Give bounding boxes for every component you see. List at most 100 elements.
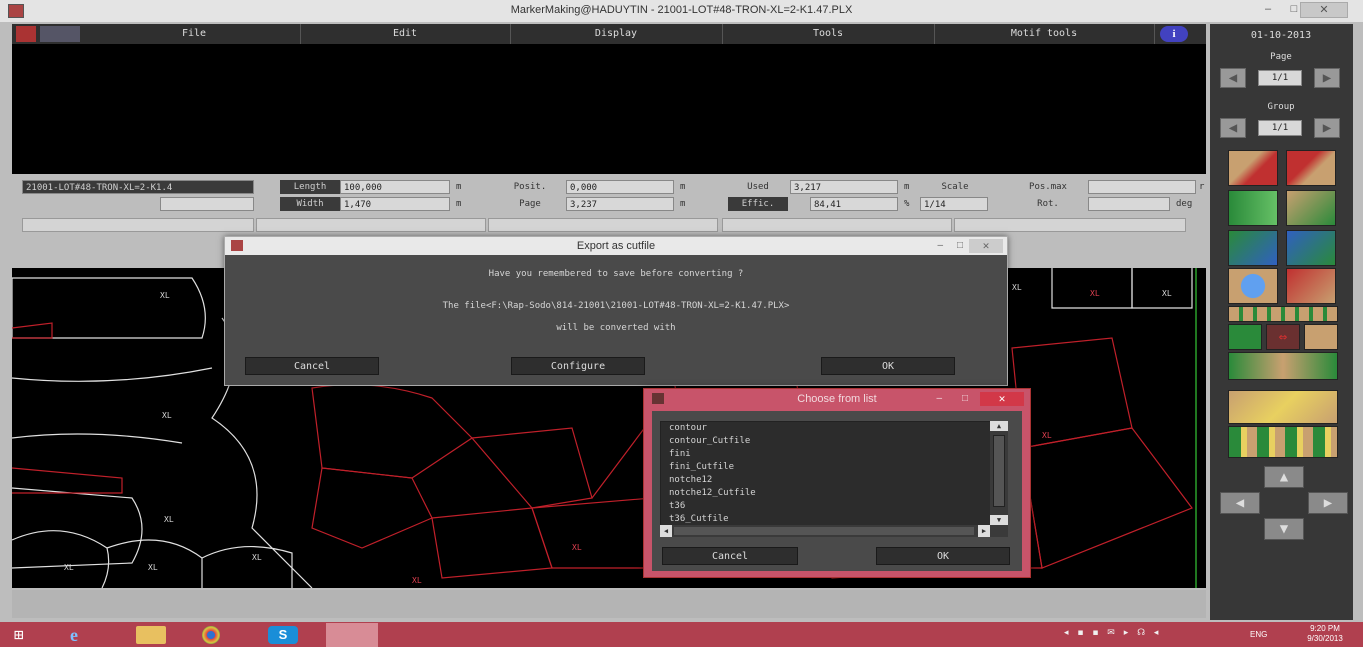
choose-cancel-button[interactable]: Cancel [662,547,798,565]
tool-move-icon[interactable] [1286,150,1336,186]
scroll-right-button[interactable]: ▶ [1308,492,1348,514]
windows-start-icon[interactable]: ⊞ [14,626,44,644]
list-item[interactable]: notche12 [661,474,991,487]
list-item[interactable]: notche12_Cutfile [661,487,991,500]
rot-unit: deg [1176,199,1193,209]
dialog-close-button[interactable]: ✕ [980,392,1024,406]
menu-motif-tools[interactable]: Motif tools [934,24,1155,44]
page-field[interactable]: 3,237 [566,197,674,211]
scroll-up-arrow-icon[interactable]: ▲ [990,421,1008,431]
tool-batch-icon[interactable] [1228,426,1338,458]
status-box-1 [22,218,254,232]
scroll-left-button[interactable]: ◀ [1220,492,1260,514]
title-bar: MarkerMaking@HADUYTIN - 21001-LOT#48-TRO… [0,0,1363,23]
tool-strip-icon[interactable] [1228,306,1338,322]
system-tray-icons[interactable]: ◂ ▪ ▪ ✉ ▸ ☊ ◂ [1064,628,1234,640]
piece-label-xl: XL [164,515,174,524]
list-vertical-scrollbar[interactable]: ▲ ▼ [990,421,1008,525]
dialog-minimize-button[interactable]: – [937,237,943,255]
menu-file[interactable]: File [88,24,301,44]
used-label: Used [747,182,769,192]
rot-field[interactable] [1088,197,1170,211]
effic-field[interactable]: 84,41 [810,197,898,211]
group-nav-field[interactable]: 1/1 [1258,120,1302,136]
list-horizontal-scrollbar[interactable]: ◀ ▶ [660,525,1008,537]
page-nav-field[interactable]: 1/1 [1258,70,1302,86]
scroll-right-arrow-icon[interactable]: ▶ [978,525,990,537]
dialog-minimize-button[interactable]: – [936,389,942,409]
list-item[interactable]: contour [661,422,991,435]
tool-auto-nest-icon[interactable] [1228,390,1338,424]
tool-cluster-icon[interactable] [1286,230,1336,266]
tool-place-icon[interactable] [1228,150,1278,186]
menu-display[interactable]: Display [510,24,723,44]
effic-unit: % [904,199,910,209]
menu-tools[interactable]: Tools [722,24,935,44]
filename-field[interactable]: 21001-LOT#48-TRON-XL=2-K1.4 [22,180,254,194]
list-item[interactable]: fini [661,448,991,461]
dialog-app-icon [231,240,243,251]
scroll-thumb[interactable] [993,435,1005,507]
file-explorer-icon[interactable] [136,626,166,644]
tool-flip-icon[interactable] [1228,190,1278,226]
dialog-maximize-button[interactable]: □ [962,389,968,409]
minimize-button[interactable]: – [1256,2,1280,16]
page-next-button[interactable]: ▶ [1314,68,1340,88]
internet-explorer-icon[interactable]: e [70,626,100,644]
width-label: Width [280,197,340,211]
page-prev-button[interactable]: ◀ [1220,68,1246,88]
scroll-left-arrow-icon[interactable]: ◀ [660,525,672,537]
skype-icon[interactable]: S [268,626,298,644]
menu-bar: File Edit Display Tools Motif tools [12,24,1206,44]
menu-edit[interactable]: Edit [300,24,511,44]
piece-outline [12,487,143,569]
scroll-down-arrow-icon[interactable]: ▼ [990,515,1008,525]
swap-arrows-icon[interactable]: ⇔ [1266,324,1300,350]
dialog-maximize-button[interactable]: □ [957,237,963,255]
choose-ok-button[interactable]: OK [876,547,1010,565]
zoom-icon[interactable] [1228,268,1278,304]
tool-group-icon[interactable] [1228,230,1278,266]
piece-outline-red [311,467,433,549]
export-configure-button[interactable]: Configure [511,357,645,375]
toolbar-icon[interactable] [40,26,80,42]
posit-field[interactable]: 0,000 [566,180,674,194]
width-field[interactable]: 1,470 [340,197,450,211]
markermaking-task-icon[interactable] [326,623,378,647]
list-item[interactable]: fini_Cutfile [661,461,991,474]
rot-label: Rot. [1037,199,1059,209]
chrome-icon[interactable] [202,626,220,644]
export-dialog-note: will be converted with [556,323,676,333]
tool-nest-icon[interactable] [1228,352,1338,380]
used-field[interactable]: 3,217 [790,180,898,194]
length-field[interactable]: 100,000 [340,180,450,194]
piece-label-xl: XL [252,553,262,562]
tool-fit-icon[interactable] [1304,324,1338,350]
tool-rotate-icon[interactable] [1286,190,1336,226]
language-indicator[interactable]: ENG [1250,630,1267,639]
scroll-down-button[interactable]: ▼ [1264,518,1304,540]
clock-date: 9/30/2013 [1307,634,1343,643]
list-item[interactable]: t36 [661,500,991,513]
option-list[interactable]: contour contour_Cutfile fini fini_Cutfil… [660,421,992,527]
date-display: 01-10-2013 [1250,30,1312,41]
export-ok-button[interactable]: OK [821,357,955,375]
group-prev-button[interactable]: ◀ [1220,118,1246,138]
piece-label-xl: XL [160,291,170,300]
list-item[interactable]: contour_Cutfile [661,435,991,448]
group-next-button[interactable]: ▶ [1314,118,1340,138]
dialog-close-button[interactable]: ✕ [969,239,1003,253]
length-label: Length [280,180,340,194]
hscroll-thumb[interactable] [674,527,974,535]
taskbar-clock[interactable]: 9:20 PM 9/30/2013 [1290,624,1360,644]
tool-piece-icon[interactable] [1286,268,1336,304]
scroll-up-button[interactable]: ▲ [1264,466,1304,488]
tool-align-icon[interactable] [1228,324,1262,350]
export-dialog-title: Export as cutfile [576,240,656,252]
filename-sub-field[interactable] [160,197,254,211]
posmax-field[interactable] [1088,180,1196,194]
close-button[interactable]: ✕ [1300,2,1348,18]
export-cancel-button[interactable]: Cancel [245,357,379,375]
scale-field[interactable]: 1/14 [920,197,988,211]
info-icon[interactable]: i [1160,26,1188,42]
